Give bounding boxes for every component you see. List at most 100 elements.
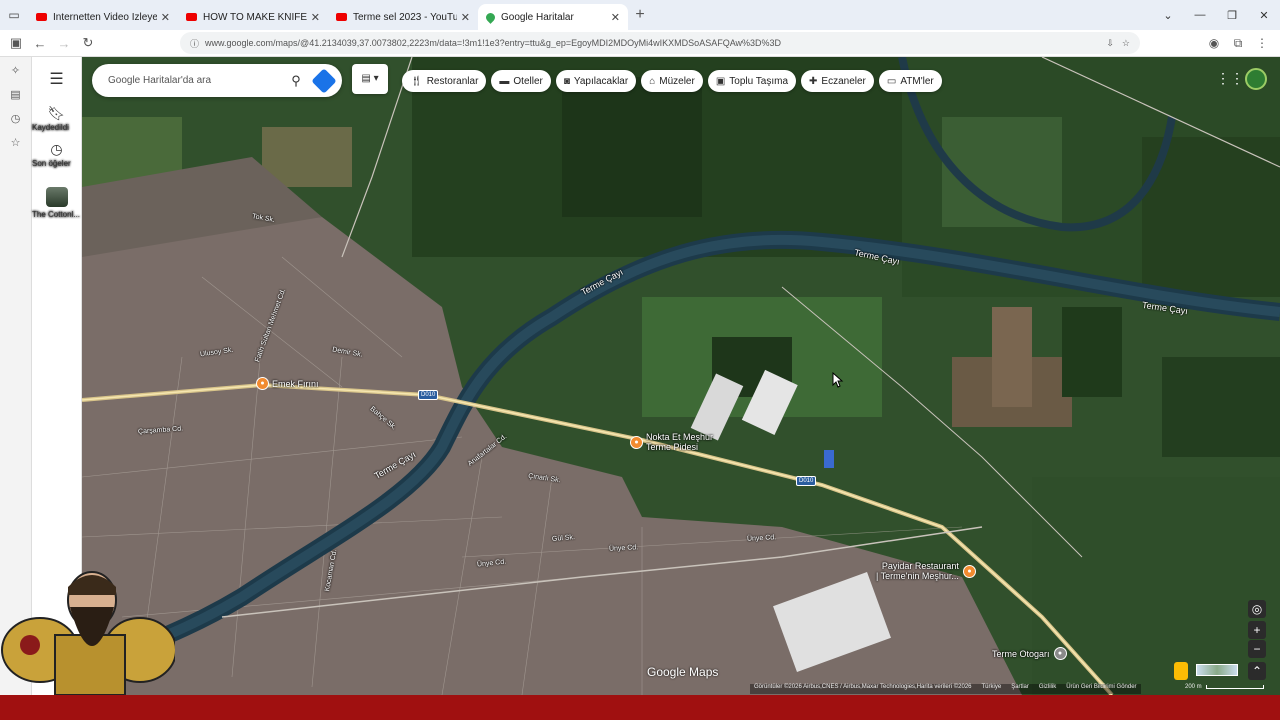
privacy-link[interactable]: Gizlilik	[1039, 684, 1056, 694]
fork-knife-icon: 🍴︎	[410, 75, 423, 87]
address-bar-row: ▣ ← → ↻ ⓘ www.google.com/maps/@41.213403…	[0, 30, 1280, 57]
place-thumbnail	[45, 187, 68, 207]
restaurant-pin-icon: ●	[256, 377, 269, 390]
chip-label: Eczaneler	[821, 75, 866, 87]
browser-tab-4[interactable]: Google Haritalar ✕	[478, 4, 628, 30]
sidebar-item-label: Kaydedildi	[32, 123, 69, 132]
poi-emek-firini[interactable]: ● Emek Fırını	[256, 377, 319, 390]
maps-icon	[484, 10, 497, 24]
sidebar-item-recent[interactable]: ◷ Son öğeler	[32, 141, 81, 168]
chip-label: Yapılacaklar	[573, 75, 629, 87]
favorite-star-icon[interactable]: ☆	[1122, 38, 1130, 49]
chip-hotels[interactable]: ▬ Oteller	[491, 70, 551, 92]
sidebar-item-label: The Cottonl...	[32, 210, 81, 219]
scale-bar[interactable]: 200 m	[1185, 684, 1264, 690]
chip-transit[interactable]: ▣ Toplu Taşıma	[707, 70, 797, 92]
tab-actions-icon[interactable]: ▭	[0, 0, 28, 30]
close-tab-icon[interactable]: ✕	[611, 11, 620, 24]
satellite-map[interactable]: Terme Çayı Terme Çayı Terme Çayı Terme Ç…	[82, 57, 1280, 695]
chip-label: Toplu Taşıma	[729, 75, 789, 87]
feedback-link[interactable]: Ürün Geri Bildirimi Gönder	[1066, 684, 1136, 694]
expand-icon[interactable]: ⌃	[1248, 662, 1266, 680]
atm-icon: ▭	[886, 75, 897, 87]
search-icon[interactable]: ⚲	[283, 73, 309, 89]
camera-icon: ◙	[563, 75, 570, 87]
browser-tab-3[interactable]: Terme sel 2023 - YouTube ✕	[328, 4, 478, 30]
youtube-icon	[36, 13, 47, 21]
street-view-pegman-icon[interactable]	[1174, 662, 1188, 680]
chip-atms[interactable]: ▭ ATM'ler	[878, 70, 942, 92]
restaurant-pin-icon: ●	[962, 564, 976, 578]
zoom-in-button[interactable]: +	[1248, 621, 1266, 639]
tab-title: HOW TO MAKE KNIFE FROM SPRING	[203, 11, 307, 23]
google-maps-logo: Google Maps	[647, 665, 719, 679]
chevron-down-icon[interactable]: ⌄	[1152, 9, 1184, 22]
favorites-icon[interactable]: ☆	[0, 131, 31, 155]
chip-museums[interactable]: ⌂ Müzeler	[641, 70, 703, 92]
my-location-button[interactable]: ◎	[1248, 600, 1266, 618]
country-link[interactable]: Türkiye	[982, 684, 1002, 694]
browser-tab-2[interactable]: HOW TO MAKE KNIFE FROM SPRING ✕	[178, 4, 328, 30]
sidebar-item-recent-place[interactable]: The Cottonl...	[32, 187, 81, 219]
google-apps-icon[interactable]: ⋮⋮	[1216, 70, 1244, 86]
chip-things-to-do[interactable]: ◙ Yapılacaklar	[555, 70, 637, 92]
chip-label: Müzeler	[659, 75, 695, 87]
scale-label: 200 m	[1185, 684, 1202, 690]
minimize-button[interactable]: —	[1184, 9, 1216, 21]
close-tab-icon[interactable]: ✕	[161, 11, 170, 24]
close-tab-icon[interactable]: ✕	[311, 11, 320, 24]
road-shield: D010	[796, 476, 817, 486]
more-menu-icon[interactable]: ⋮	[1250, 36, 1274, 51]
layers-toggle-button[interactable]: ▤ ▾	[352, 64, 388, 94]
browser-tab-1[interactable]: Internetten Video İzleyerek Yemek ✕	[28, 4, 178, 30]
search-input[interactable]: Google Haritalar'da ara	[108, 75, 283, 86]
sidebar-toggle-icon[interactable]: ▣	[4, 35, 28, 51]
tab-title: Google Haritalar	[501, 11, 574, 23]
bed-icon: ▬	[499, 75, 510, 87]
zoom-out-button[interactable]: −	[1248, 640, 1266, 658]
poi-terme-otogari[interactable]: Terme Otogarı ●	[992, 647, 1070, 660]
youtube-icon	[336, 13, 347, 21]
back-button[interactable]: ←	[28, 36, 52, 51]
url-text: www.google.com/maps/@41.2134039,37.00738…	[205, 38, 782, 48]
url-field[interactable]: ⓘ www.google.com/maps/@41.2134039,37.007…	[180, 32, 1140, 54]
new-tab-button[interactable]: +	[628, 6, 652, 24]
bottom-banner	[0, 695, 1280, 720]
copilot-icon[interactable]: ✧	[0, 59, 31, 83]
restore-button[interactable]: ❐	[1216, 9, 1248, 22]
map-imagery	[82, 57, 1280, 695]
poi-nokta-et[interactable]: ● Nokta Et Meşhur Terme Pidesi	[630, 432, 713, 452]
streamer-avatar-overlay	[1, 571, 175, 695]
profile-icon[interactable]: ◉	[1202, 36, 1226, 51]
browser-tab-strip: ▭ Internetten Video İzleyerek Yemek ✕ HO…	[0, 0, 1280, 30]
poi-label: Nokta Et Meşhur Terme Pidesi	[646, 432, 714, 452]
pharmacy-icon: ✚	[809, 75, 818, 87]
poi-label: Terme Otogarı	[992, 648, 1050, 659]
layers-thumbnail[interactable]	[1196, 664, 1238, 676]
reload-button[interactable]: ↻	[76, 35, 100, 51]
site-info-icon[interactable]: ⓘ	[190, 37, 199, 50]
terms-link[interactable]: Şartlar	[1011, 684, 1029, 694]
menu-icon[interactable]: ☰	[32, 69, 81, 93]
avatar[interactable]	[1245, 68, 1267, 90]
window-controls: ⌄ — ❐ ✕	[1152, 0, 1280, 30]
attribution-bar: Görüntüler ©2026 Airbus,CNES / Airbus,Ma…	[750, 684, 1141, 694]
poi-payidar[interactable]: Payidar Restaurant | Terme'nin Meşhur... …	[876, 561, 979, 581]
directions-icon[interactable]	[311, 67, 337, 94]
chip-pharmacies[interactable]: ✚ Eczaneler	[801, 70, 874, 92]
extensions-icon[interactable]: ⧉	[1226, 36, 1250, 51]
chip-restaurants[interactable]: 🍴︎ Restoranlar	[402, 70, 487, 92]
install-app-icon[interactable]: ⇩	[1106, 38, 1114, 49]
poi-label: Payidar Restaurant | Terme'nin Meşhur...	[876, 561, 959, 581]
collections-icon[interactable]: ▤	[0, 83, 31, 107]
close-tab-icon[interactable]: ✕	[461, 11, 470, 24]
chip-label: ATM'ler	[900, 75, 934, 87]
history-rail-icon[interactable]: ◷	[0, 107, 31, 131]
close-window-button[interactable]: ✕	[1248, 9, 1280, 22]
sidebar-item-saved[interactable]: 🔖︎ Kaydedildi	[32, 105, 81, 132]
search-box[interactable]: Google Haritalar'da ara ⚲	[92, 64, 342, 97]
mouse-cursor	[832, 372, 844, 388]
tab-title: Internetten Video İzleyerek Yemek	[53, 11, 157, 23]
forward-button[interactable]: →	[52, 36, 76, 51]
museum-icon: ⌂	[649, 75, 656, 87]
